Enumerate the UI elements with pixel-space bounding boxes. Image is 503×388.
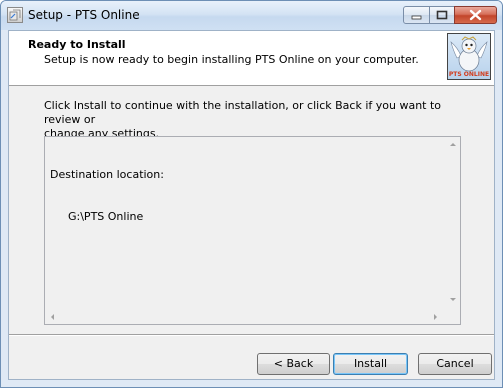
destination-path: G:\PTS Online <box>68 210 144 223</box>
vertical-scrollbar[interactable] <box>446 137 460 310</box>
scrollbar-corner <box>446 310 460 324</box>
title-bar[interactable]: Setup - PTS Online <box>1 1 502 30</box>
ready-memo-box[interactable]: Destination location: G:\PTS Online <box>44 136 461 325</box>
scroll-up-icon <box>450 143 456 146</box>
wizard-client-area: Ready to Install Setup is now ready to b… <box>8 30 495 380</box>
intro-line-1: Click Install to continue with the insta… <box>44 99 442 126</box>
page-title: Ready to Install <box>28 38 126 51</box>
horizontal-scrollbar[interactable] <box>45 310 446 324</box>
wizard-logo: PTS ONLINE <box>447 33 491 80</box>
scroll-right-icon <box>434 314 437 320</box>
install-button[interactable]: Install <box>333 353 408 375</box>
wizard-header: Ready to Install Setup is now ready to b… <box>9 31 494 86</box>
maximize-button[interactable] <box>429 6 455 24</box>
maximize-icon <box>436 10 448 20</box>
scroll-down-icon <box>450 298 456 301</box>
close-button[interactable] <box>454 6 497 24</box>
memo-text: Destination location: G:\PTS Online <box>50 140 164 252</box>
minimize-button[interactable] <box>403 6 430 24</box>
close-icon <box>469 9 482 21</box>
cancel-button[interactable]: Cancel <box>418 353 492 375</box>
mascot-icon <box>450 36 488 72</box>
scroll-left-icon <box>51 314 54 320</box>
setup-window: Setup - PTS Online Ready to Install Setu… <box>0 0 503 388</box>
back-button[interactable]: < Back <box>257 353 330 375</box>
destination-label: Destination location: <box>50 168 164 181</box>
footer-divider <box>9 334 494 336</box>
logo-text: PTS ONLINE <box>448 71 490 78</box>
intro-text: Click Install to continue with the insta… <box>44 99 464 141</box>
window-title: Setup - PTS Online <box>28 8 140 22</box>
page-subtitle: Setup is now ready to begin installing P… <box>44 53 419 66</box>
minimize-icon <box>411 15 422 20</box>
setup-app-icon[interactable] <box>7 7 23 23</box>
